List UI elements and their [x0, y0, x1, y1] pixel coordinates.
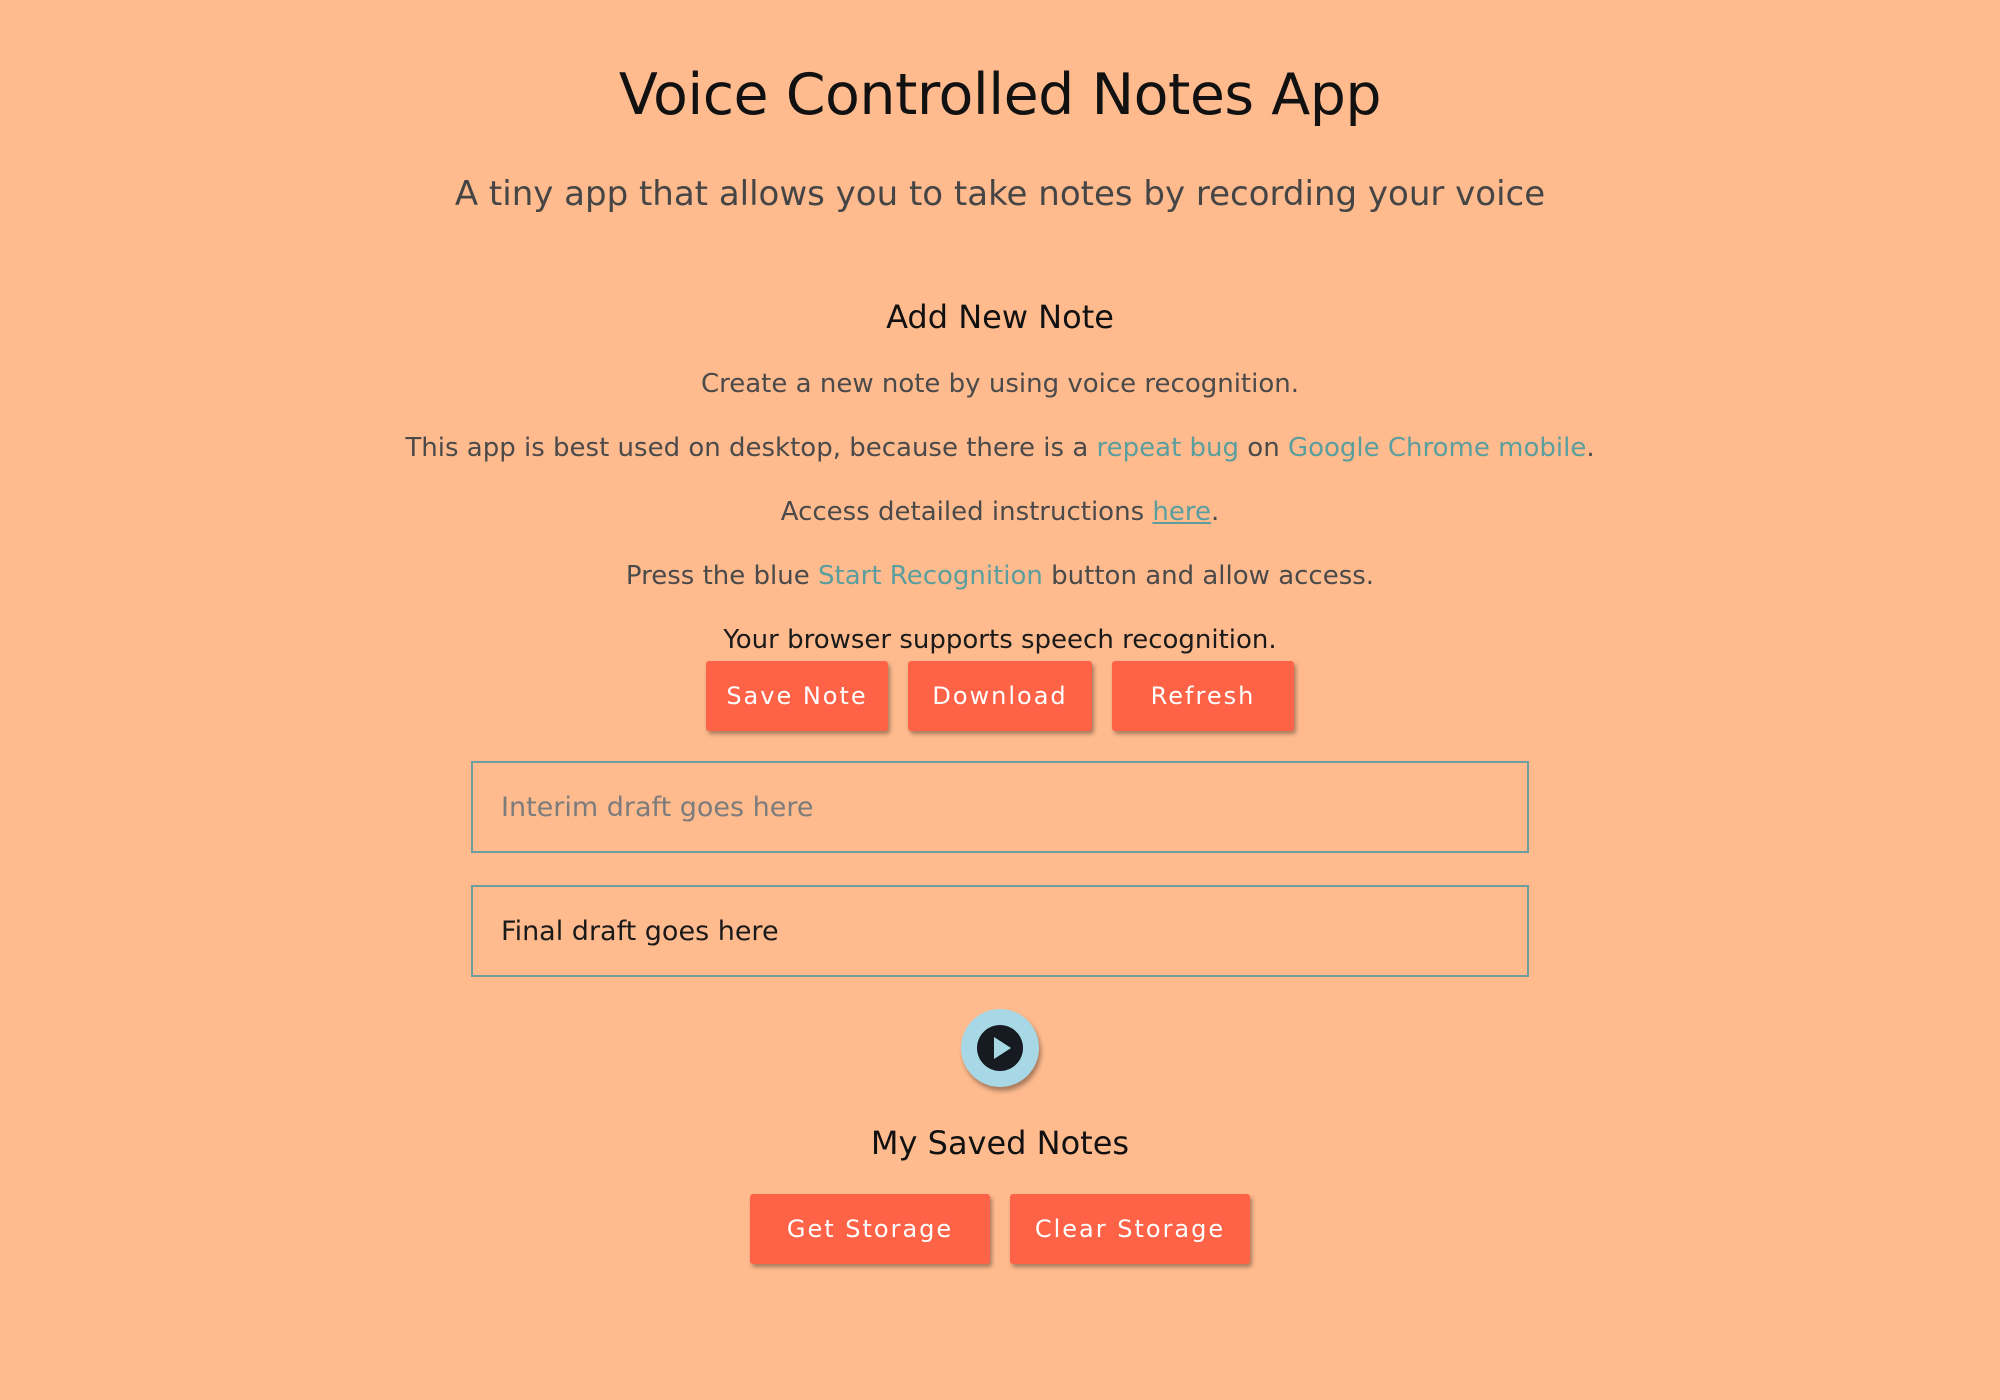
refresh-button[interactable]: Refresh: [1112, 661, 1294, 731]
press-instructions: Press the blue Start Recognition button …: [0, 561, 2000, 591]
page-title: Voice Controlled Notes App: [618, 62, 1382, 128]
start-recognition-button[interactable]: [961, 1009, 1039, 1087]
support-status: Your browser supports speech recognition…: [723, 625, 1277, 655]
repeat-bug-link[interactable]: repeat bug: [1097, 433, 1240, 463]
instructions-before: Access detailed instructions: [780, 497, 1153, 527]
desktop-note-before: This app is best used on desktop, becaus…: [405, 433, 1097, 463]
instructions-text: Access detailed instructions here.: [0, 497, 2000, 527]
note-action-buttons: Save Note Download Refresh: [0, 661, 2000, 731]
page-subtitle: A tiny app that allows you to take notes…: [454, 174, 1546, 214]
add-note-heading: Add New Note: [886, 298, 1114, 336]
final-draft-field[interactable]: [471, 885, 1529, 977]
saved-notes-heading: My Saved Notes: [870, 1124, 1130, 1162]
storage-buttons: Get Storage Clear Storage: [0, 1194, 2000, 1264]
get-storage-button[interactable]: Get Storage: [750, 1194, 990, 1264]
save-note-button[interactable]: Save Note: [706, 661, 888, 731]
download-button[interactable]: Download: [908, 661, 1092, 731]
intro-text: Create a new note by using voice recogni…: [700, 369, 1299, 399]
interim-draft-field[interactable]: [471, 761, 1529, 853]
page: Voice Controlled Notes App A tiny app th…: [0, 0, 2000, 1400]
press-before: Press the blue: [625, 561, 819, 591]
desktop-note-middle: on: [1239, 433, 1288, 463]
start-recognition-highlight: Start Recognition: [818, 561, 1043, 591]
play-icon: [977, 1025, 1023, 1071]
desktop-note-after: .: [1586, 433, 1595, 463]
instructions-link[interactable]: here: [1152, 497, 1211, 527]
press-after: button and allow access.: [1042, 561, 1375, 591]
chrome-mobile-link[interactable]: Google Chrome mobile: [1288, 433, 1586, 463]
desktop-note: This app is best used on desktop, becaus…: [0, 433, 2000, 463]
clear-storage-button[interactable]: Clear Storage: [1010, 1194, 1250, 1264]
instructions-after: .: [1210, 497, 1220, 527]
